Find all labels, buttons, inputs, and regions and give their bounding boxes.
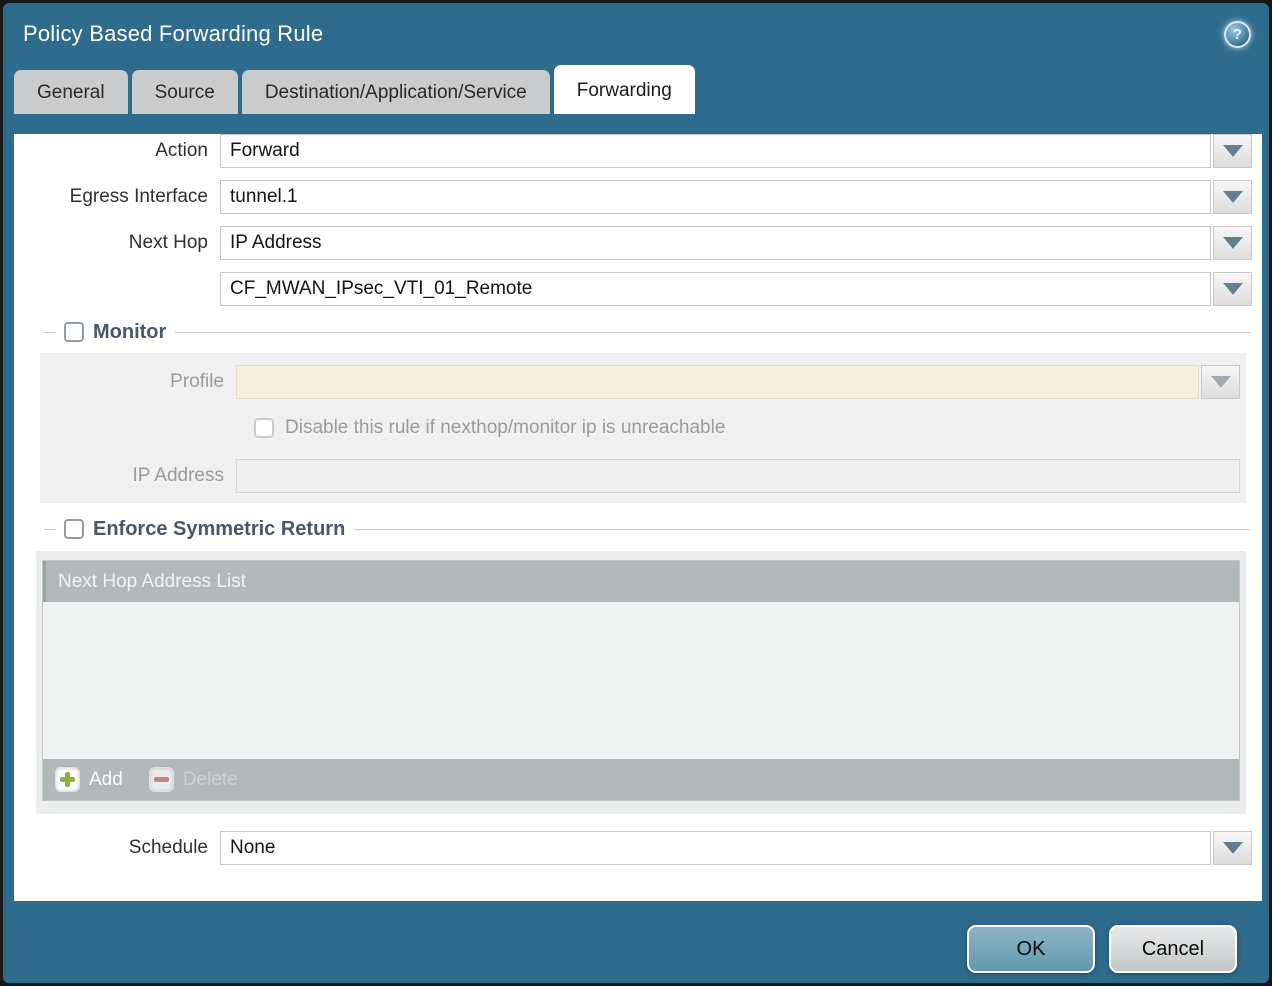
fieldset-line bbox=[175, 332, 1250, 333]
minus-icon bbox=[149, 767, 174, 792]
action-combo bbox=[220, 134, 1252, 168]
help-icon[interactable]: ? bbox=[1224, 21, 1251, 48]
schedule-combo bbox=[220, 831, 1252, 865]
action-label: Action bbox=[14, 140, 220, 162]
egress-interface-combo bbox=[220, 180, 1252, 214]
egress-interface-label: Egress Interface bbox=[14, 186, 220, 208]
delete-button: Delete bbox=[149, 767, 238, 792]
chevron-down-icon bbox=[1223, 842, 1243, 854]
disable-rule-label: Disable this rule if nexthop/monitor ip … bbox=[285, 417, 725, 439]
monitor-profile-row: Profile bbox=[40, 365, 1246, 399]
schedule-dropdown-button[interactable] bbox=[1213, 831, 1252, 865]
cancel-button[interactable]: Cancel bbox=[1109, 925, 1237, 973]
enforce-symmetric-return-checkbox[interactable] bbox=[64, 519, 84, 539]
next-hop-type-input[interactable] bbox=[220, 226, 1211, 260]
monitor-ip-address-row: IP Address bbox=[40, 459, 1246, 493]
enforce-symmetric-return-body: Next Hop Address List Add Delete bbox=[36, 551, 1246, 814]
ok-button[interactable]: OK bbox=[967, 925, 1095, 973]
monitor-profile-dropdown-button bbox=[1201, 365, 1240, 399]
disable-rule-row: Disable this rule if nexthop/monitor ip … bbox=[246, 417, 1246, 439]
add-button-label: Add bbox=[89, 769, 123, 791]
chevron-down-icon bbox=[1223, 145, 1243, 157]
next-hop-address-list-header: Next Hop Address List bbox=[43, 561, 1239, 602]
monitor-profile-label: Profile bbox=[40, 371, 236, 393]
schedule-label: Schedule bbox=[14, 837, 220, 859]
dialog-title: Policy Based Forwarding Rule bbox=[23, 21, 323, 47]
monitor-profile-input bbox=[236, 365, 1199, 399]
monitor-checkbox[interactable] bbox=[64, 322, 84, 342]
fieldset-line bbox=[44, 529, 56, 530]
enforce-symmetric-return-legend: Enforce Symmetric Return bbox=[14, 516, 1262, 542]
policy-based-forwarding-dialog: Policy Based Forwarding Rule ? General S… bbox=[0, 0, 1272, 986]
egress-interface-row: Egress Interface bbox=[14, 180, 1262, 214]
action-dropdown-button[interactable] bbox=[1213, 134, 1252, 168]
monitor-legend-label: Monitor bbox=[93, 321, 166, 344]
next-hop-address-row bbox=[14, 272, 1262, 306]
disable-rule-checkbox bbox=[254, 418, 274, 438]
add-button[interactable]: Add bbox=[55, 767, 123, 792]
tab-bar: General Source Destination/Application/S… bbox=[3, 65, 1269, 114]
fieldset-line bbox=[354, 529, 1250, 530]
schedule-row: Schedule bbox=[14, 831, 1262, 865]
chevron-down-icon bbox=[1223, 283, 1243, 295]
next-hop-address-combo bbox=[220, 272, 1252, 306]
monitor-profile-combo bbox=[236, 365, 1240, 399]
forwarding-tab-panel: Action Egress Interface Next Hop bbox=[14, 134, 1262, 901]
next-hop-address-dropdown-button[interactable] bbox=[1213, 272, 1252, 306]
fieldset-line bbox=[44, 332, 56, 333]
egress-interface-dropdown-button[interactable] bbox=[1213, 180, 1252, 214]
action-row: Action bbox=[14, 134, 1262, 168]
next-hop-address-list-toolbar: Add Delete bbox=[43, 759, 1239, 800]
schedule-input[interactable] bbox=[220, 831, 1211, 865]
delete-button-label: Delete bbox=[183, 769, 238, 791]
next-hop-dropdown-button[interactable] bbox=[1213, 226, 1252, 260]
chevron-down-icon bbox=[1223, 191, 1243, 203]
tab-general[interactable]: General bbox=[14, 70, 128, 114]
monitor-ip-address-label: IP Address bbox=[40, 465, 236, 487]
next-hop-combo bbox=[220, 226, 1252, 260]
egress-interface-input[interactable] bbox=[220, 180, 1211, 214]
tab-destination-application-service[interactable]: Destination/Application/Service bbox=[242, 70, 550, 114]
tab-forwarding[interactable]: Forwarding bbox=[554, 65, 695, 114]
tab-source[interactable]: Source bbox=[132, 70, 238, 114]
chevron-down-icon bbox=[1223, 237, 1243, 249]
next-hop-address-list-rows[interactable] bbox=[43, 602, 1239, 759]
plus-icon bbox=[55, 767, 80, 792]
enforce-symmetric-return-label: Enforce Symmetric Return bbox=[93, 518, 345, 541]
next-hop-label: Next Hop bbox=[14, 232, 220, 254]
dialog-titlebar: Policy Based Forwarding Rule ? bbox=[3, 3, 1269, 65]
action-input[interactable] bbox=[220, 134, 1211, 168]
dialog-footer: OK Cancel bbox=[3, 901, 1269, 986]
chevron-down-icon bbox=[1211, 376, 1231, 388]
next-hop-row: Next Hop bbox=[14, 226, 1262, 260]
next-hop-address-input[interactable] bbox=[220, 272, 1211, 306]
next-hop-address-list-table: Next Hop Address List Add Delete bbox=[42, 560, 1240, 801]
monitor-legend: Monitor bbox=[14, 319, 1262, 345]
monitor-ip-address-input bbox=[236, 459, 1240, 493]
monitor-section-body: Profile Disable this rule if nexthop/mon… bbox=[40, 353, 1246, 503]
